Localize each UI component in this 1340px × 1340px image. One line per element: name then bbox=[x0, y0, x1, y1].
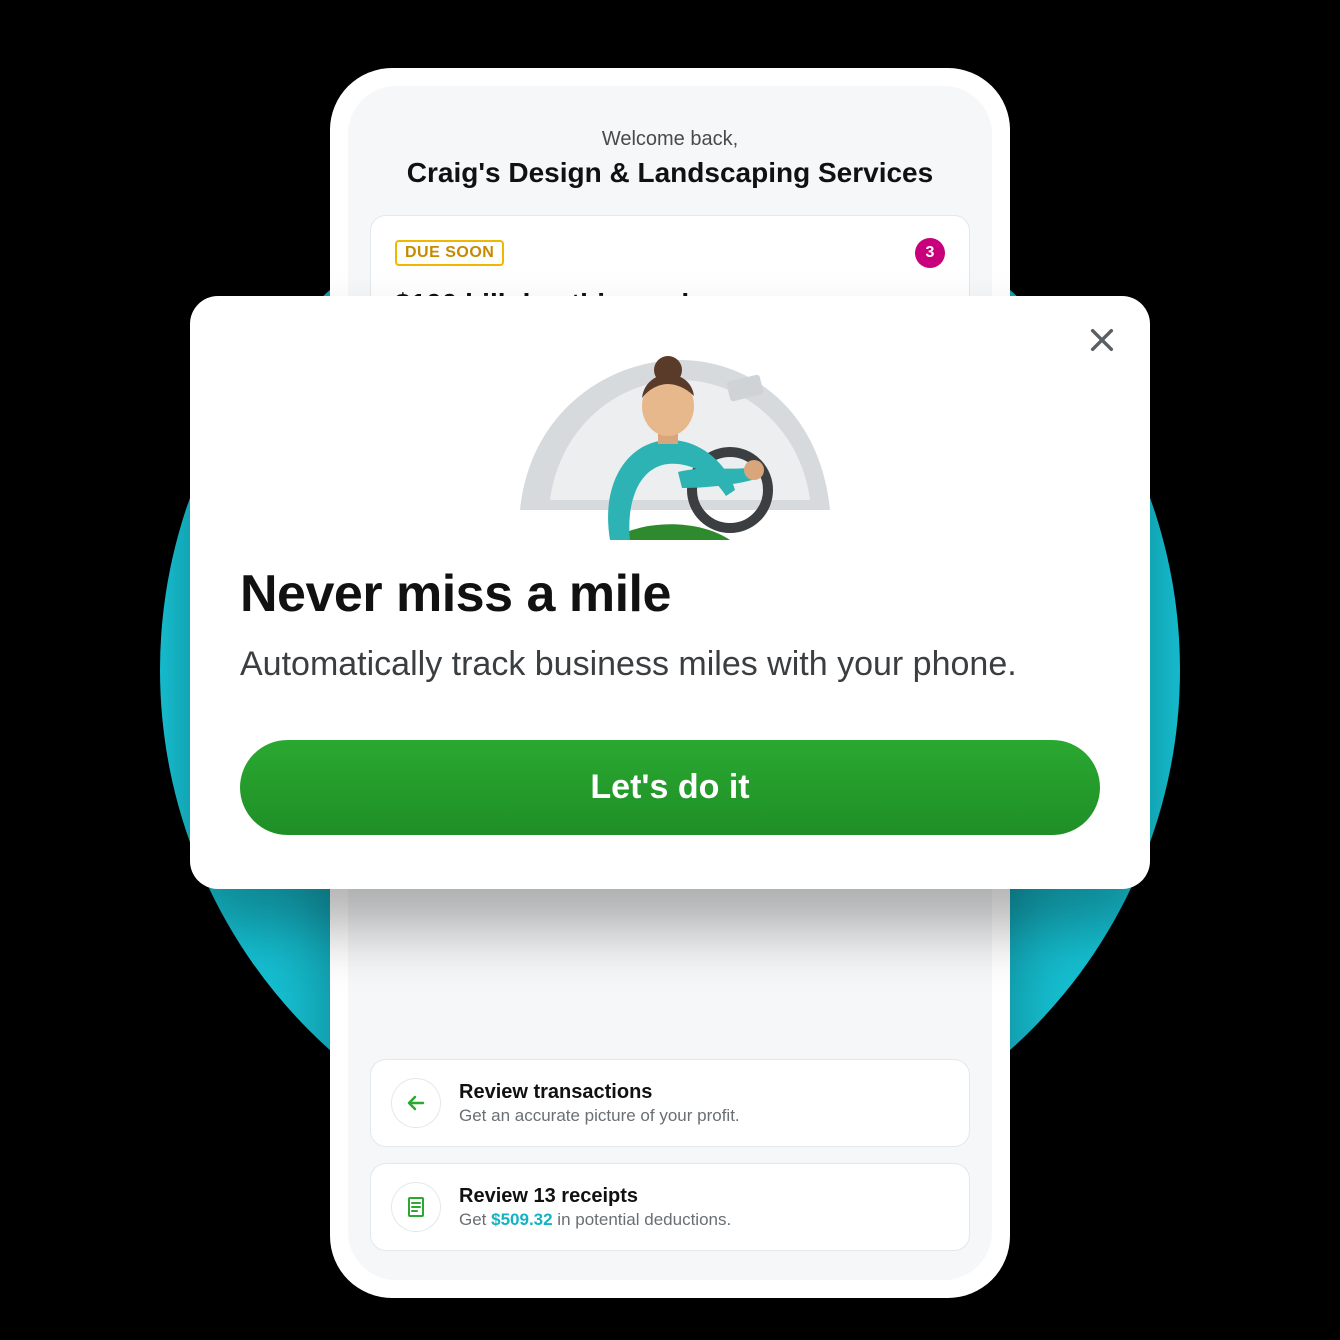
welcome-text: Welcome back, bbox=[370, 128, 970, 151]
company-name: Craig's Design & Landscaping Services bbox=[370, 157, 970, 189]
driver-illustration bbox=[500, 340, 840, 540]
list-item-transactions[interactable]: Review transactions Get an accurate pict… bbox=[370, 1059, 970, 1147]
receipt-icon bbox=[391, 1182, 441, 1232]
notification-count-badge: 3 bbox=[915, 238, 945, 268]
modal-title: Never miss a mile bbox=[240, 564, 1100, 624]
modal-subtitle: Automatically track business miles with … bbox=[240, 642, 1100, 688]
list-item-receipts[interactable]: Review 13 receipts Get $509.32 in potent… bbox=[370, 1163, 970, 1251]
arrow-left-icon bbox=[391, 1078, 441, 1128]
list-item-title: Review transactions bbox=[459, 1081, 740, 1104]
close-icon[interactable] bbox=[1082, 320, 1122, 360]
list-item-title: Review 13 receipts bbox=[459, 1185, 731, 1208]
deduction-amount: $509.32 bbox=[491, 1210, 552, 1229]
mileage-modal: Never miss a mile Automatically track bu… bbox=[190, 296, 1150, 889]
list-item-subtitle: Get $509.32 in potential deductions. bbox=[459, 1210, 731, 1230]
list-item-subtitle: Get an accurate picture of your profit. bbox=[459, 1106, 740, 1126]
lets-do-it-button[interactable]: Let's do it bbox=[240, 740, 1100, 835]
due-soon-badge: DUE SOON bbox=[395, 240, 504, 266]
